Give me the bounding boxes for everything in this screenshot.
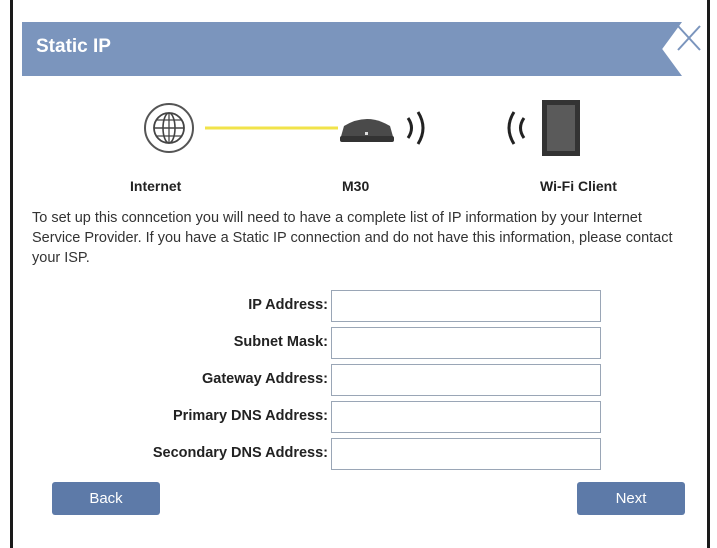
connection-diagram: Internet M30 Wi-Fi Client [22, 90, 682, 200]
description-text: To set up this conncetion you will need … [32, 210, 673, 266]
router-label: M30 [342, 178, 370, 194]
dialog-title: Static IP [36, 36, 111, 57]
next-button[interactable]: Next [577, 482, 685, 515]
close-button[interactable] [674, 22, 704, 54]
subnet-mask-input[interactable] [331, 327, 601, 359]
gateway-address-label: Gateway Address: [202, 371, 328, 387]
internet-label: Internet [130, 178, 182, 194]
subnet-mask-row: Subnet Mask: [0, 327, 717, 359]
secondary-dns-label: Secondary DNS Address: [152, 445, 328, 461]
secondary-dns-row: Secondary DNS Address: [0, 438, 717, 470]
ip-address-input[interactable] [331, 290, 601, 322]
back-button[interactable]: Back [52, 482, 160, 515]
ip-address-label: IP Address: [248, 297, 328, 313]
tablet-icon [542, 100, 580, 156]
wifi-receive-icon [507, 111, 526, 145]
wifi-signal-icon [406, 111, 425, 145]
globe-icon [144, 103, 194, 153]
secondary-dns-input[interactable] [331, 438, 601, 470]
primary-dns-input[interactable] [331, 401, 601, 433]
gateway-address-row: Gateway Address: [0, 364, 717, 396]
gateway-address-input[interactable] [331, 364, 601, 396]
ip-address-row: IP Address: [0, 290, 717, 322]
router-icon [340, 119, 394, 142]
dialog-header: Static IP [22, 22, 682, 76]
primary-dns-label: Primary DNS Address: [173, 408, 328, 424]
subnet-mask-label: Subnet Mask: [233, 334, 328, 350]
close-icon [677, 25, 701, 51]
client-label: Wi-Fi Client [540, 178, 617, 194]
primary-dns-row: Primary DNS Address: [0, 401, 717, 433]
